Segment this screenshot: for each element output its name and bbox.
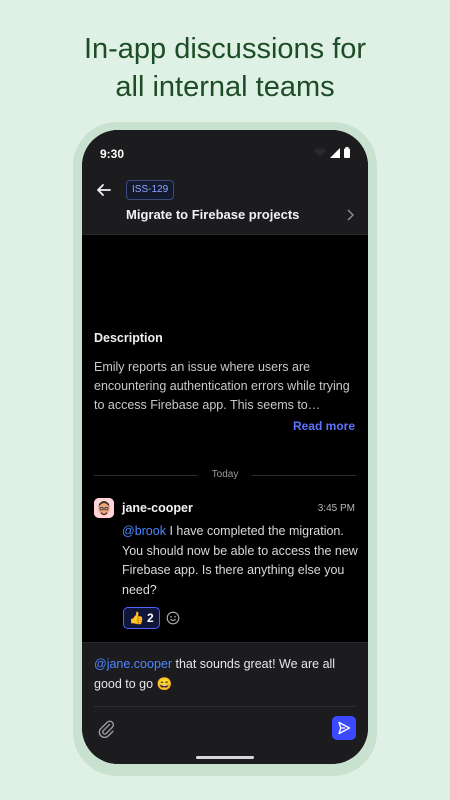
headline-line-1: In-app discussions for [83,33,367,65]
message-timestamp: 3:45 PM [317,503,355,514]
reaction-chip[interactable]: 👍 2 [123,607,160,629]
signal-icon [330,147,340,158]
composer-divider [94,706,356,707]
headline-line-2: all internal teams [115,71,335,103]
back-arrow-icon[interactable] [94,180,114,200]
description-heading: Description [94,331,163,345]
battery-icon [344,147,350,158]
message-mention[interactable]: @brook [122,524,166,538]
composer-mention: @jane.cooper [94,657,173,671]
add-reaction-icon[interactable] [166,611,180,625]
divider-line-right [252,475,356,476]
status-icons [314,147,350,158]
message-body: @brook I have completed the migration. Y… [122,522,358,600]
phone-screen: 9:30 ISS-129 Migrate to Firebase project… [82,130,368,764]
issue-header: ISS-129 Migrate to Firebase projects [82,176,368,235]
home-indicator[interactable] [196,756,254,759]
send-icon [338,721,351,735]
chevron-right-icon[interactable] [346,209,354,221]
message-username[interactable]: jane-cooper [122,501,193,515]
thumbs-up-icon: 👍 [129,611,144,625]
paperclip-icon[interactable] [96,718,116,738]
description-body: Emily reports an issue where users are e… [94,360,350,412]
status-time: 9:30 [100,147,125,161]
message-composer[interactable]: @jane.cooper that sounds great! We are a… [82,642,368,764]
status-bar: 9:30 [82,130,368,176]
issue-tag: ISS-129 [126,180,175,200]
send-button[interactable] [332,716,356,740]
composer-input[interactable]: @jane.cooper that sounds great! We are a… [94,655,356,694]
wifi-icon [314,148,326,157]
issue-title[interactable]: Migrate to Firebase projects [126,207,299,222]
reaction-count: 2 [146,611,154,625]
headline: In-app discussions for all internal team… [0,30,450,106]
grinning-face-icon: 😄 [156,676,173,691]
read-more-link[interactable]: Read more [293,419,355,433]
avatar[interactable] [94,498,114,518]
